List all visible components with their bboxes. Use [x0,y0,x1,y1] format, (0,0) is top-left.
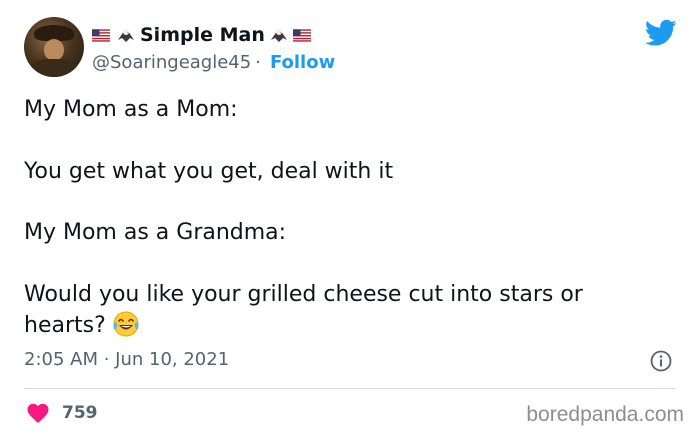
twitter-bird-icon[interactable] [645,19,677,47]
tweet-line-2: You get what you get, deal with it [24,159,394,184]
author-handle[interactable]: @Soaringeagle45 [92,52,251,73]
face-with-tears-of-joy-icon [113,311,139,337]
author-name-row: Simple Man [92,21,313,49]
eagle-icon [270,29,287,42]
follow-button[interactable]: Follow [270,52,335,73]
tweet-timestamp[interactable]: 2:05 AM · Jun 10, 2021 [24,347,229,373]
tweet-line-5: hearts? [24,310,140,341]
divider [24,388,676,389]
avatar-body [28,59,80,77]
us-flag-icon [92,28,110,42]
avatar-face [44,39,64,61]
tweet-line-4: Would you like your grilled cheese cut i… [24,282,583,307]
watermark: boredpanda.com [526,403,684,426]
info-icon[interactable] [650,350,672,372]
author-avatar[interactable] [24,17,84,77]
tweet-line-3: My Mom as a Grandma: [24,220,287,245]
author-name[interactable]: Simple Man [140,24,265,46]
like-count: 759 [62,403,98,423]
author-handle-row: @Soaringeagle45 · Follow [92,50,335,74]
like-row: 759 [26,401,98,425]
heart-icon[interactable] [26,402,50,424]
tweet-line-1: My Mom as a Mom: [24,97,238,122]
tweet-line-5-text: hearts? [24,313,106,338]
us-flag-icon [292,28,311,42]
separator-dot: · [255,51,261,73]
eagle-icon [118,29,134,42]
